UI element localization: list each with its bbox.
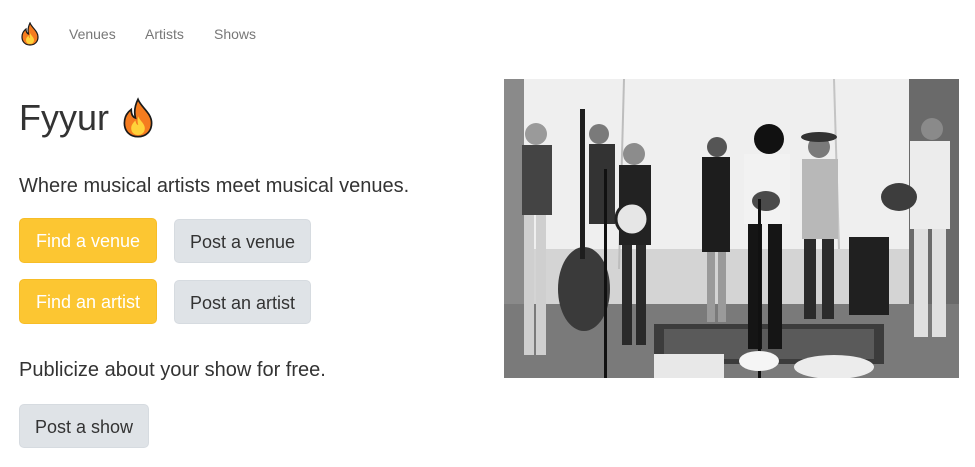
publicize-text: Publicize about your show for free. bbox=[19, 359, 326, 381]
flame-icon bbox=[121, 97, 155, 139]
post-venue-button[interactable]: Post a venue bbox=[174, 219, 311, 263]
navbar: Venues Artists Shows bbox=[0, 0, 975, 68]
nav-shows-link[interactable]: Shows bbox=[214, 26, 256, 42]
band-photo bbox=[504, 79, 959, 378]
post-show-button[interactable]: Post a show bbox=[19, 404, 149, 448]
flame-icon[interactable] bbox=[20, 21, 40, 46]
page-title-text: Fyyur bbox=[19, 97, 109, 138]
nav-artists-link[interactable]: Artists bbox=[145, 26, 184, 42]
nav-venues-link[interactable]: Venues bbox=[69, 26, 116, 42]
lead-text: Where musical artists meet musical venue… bbox=[19, 175, 410, 197]
page-title: Fyyur bbox=[19, 96, 155, 140]
post-artist-button[interactable]: Post an artist bbox=[174, 280, 311, 324]
find-artist-button[interactable]: Find an artist bbox=[19, 279, 157, 324]
find-venue-button[interactable]: Find a venue bbox=[19, 218, 157, 263]
